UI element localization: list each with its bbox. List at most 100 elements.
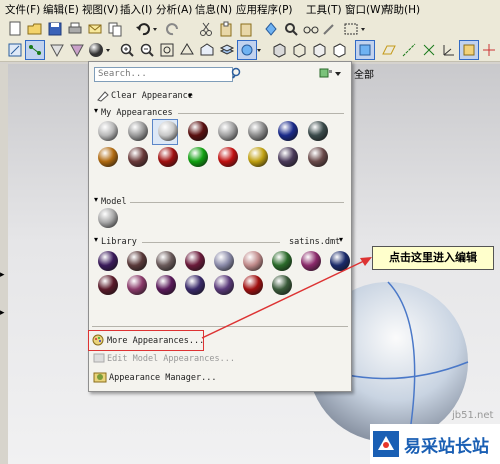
appearance-swatch[interactable] — [158, 121, 178, 141]
library-swatch[interactable] — [127, 275, 147, 295]
library-swatch[interactable] — [127, 251, 147, 271]
appearance-swatch[interactable] — [308, 121, 328, 141]
appearance-swatch[interactable] — [248, 147, 268, 167]
copy-icon[interactable] — [106, 20, 124, 38]
find-icon[interactable] — [282, 20, 300, 38]
save-icon[interactable] — [46, 20, 64, 38]
open-folder-icon[interactable] — [26, 20, 44, 38]
expand-model-icon[interactable]: ▾ — [94, 195, 98, 204]
appearance-swatch[interactable] — [188, 147, 208, 167]
model-header: ▾ Model — [94, 195, 346, 207]
expand-my-appearances-icon[interactable]: ▾ — [94, 106, 98, 115]
appearance-swatch[interactable] — [188, 121, 208, 141]
appearance-swatch[interactable] — [278, 147, 298, 167]
shading-icon[interactable] — [68, 41, 86, 59]
shaded-view-icon[interactable] — [270, 41, 288, 59]
spin-center-icon[interactable] — [480, 41, 498, 59]
zoom-out-icon[interactable] — [138, 41, 156, 59]
appearance-swatch[interactable] — [98, 121, 118, 141]
search-icon[interactable] — [230, 67, 244, 84]
menu-view[interactable]: 视图(V) — [82, 2, 118, 17]
select-box-icon[interactable] — [342, 20, 360, 38]
saved-views-icon[interactable] — [198, 41, 216, 59]
zoom-in-icon[interactable] — [118, 41, 136, 59]
menu-analysis[interactable]: 分析(A) — [156, 2, 192, 17]
gallery-options-icon[interactable] — [319, 68, 343, 83]
layers-icon[interactable] — [218, 41, 236, 59]
select-dropdown-icon[interactable] — [360, 20, 378, 38]
view-manager-icon[interactable] — [237, 40, 257, 60]
watermark: jb51.net — [452, 410, 494, 421]
view-toolbar — [0, 39, 500, 62]
appearance-gallery-button[interactable] — [88, 41, 110, 59]
menu-tools[interactable]: 工具(T) — [306, 2, 342, 17]
standard-toolbar — [0, 18, 500, 41]
tools-icon[interactable] — [320, 20, 338, 38]
clear-appearance-menu[interactable]: Clear Appearance — [111, 91, 193, 101]
library-swatch[interactable] — [98, 251, 118, 271]
refit-icon[interactable] — [158, 41, 176, 59]
library-swatch[interactable] — [156, 251, 176, 271]
expand-library-icon[interactable]: ▾ — [94, 235, 98, 244]
collapse-arrow-icon-2[interactable]: ▸ — [0, 308, 5, 318]
undo-icon[interactable] — [134, 20, 152, 38]
my-appearances-header: ▾ My Appearances — [94, 106, 346, 118]
print-icon[interactable] — [66, 20, 84, 38]
coordinate-system-icon[interactable] — [440, 41, 458, 59]
redo-icon[interactable] — [164, 20, 182, 38]
appearance-manager-icon[interactable] — [92, 370, 108, 387]
datum-axis-icon[interactable] — [400, 41, 418, 59]
edit-model-appearances-link[interactable]: Edit Model Appearances... — [107, 354, 235, 364]
library-file-select[interactable]: satins.dmt — [289, 237, 340, 247]
reorient-icon[interactable] — [178, 41, 196, 59]
model-appearance-swatch[interactable] — [98, 208, 118, 228]
library-swatch[interactable] — [98, 275, 118, 295]
menu-applications[interactable]: 应用程序(P) — [236, 2, 293, 17]
menu-edit[interactable]: 编辑(E) — [43, 2, 79, 17]
no-hidden-icon[interactable] — [330, 41, 348, 59]
appearance-swatch[interactable] — [158, 147, 178, 167]
menu-info[interactable]: 信息(N) — [195, 2, 232, 17]
appearance-swatch[interactable] — [128, 147, 148, 167]
clear-appearance-icon[interactable] — [96, 90, 110, 105]
filter-tab-all[interactable]: 全部 — [354, 66, 374, 81]
paste-icon[interactable] — [217, 20, 235, 38]
appearance-swatch[interactable] — [218, 121, 238, 141]
paste-special-icon[interactable] — [237, 20, 255, 38]
menu-window[interactable]: 窗口(W) — [345, 2, 385, 17]
menu-bar: 文件(F) 编辑(E) 视图(V) 插入(I) 分析(A) 信息(N) 应用程序… — [0, 0, 500, 19]
logo-mark-icon — [373, 431, 399, 457]
shaded-cube-icon[interactable] — [355, 40, 375, 60]
appearance-manager-link[interactable]: Appearance Manager... — [109, 373, 216, 383]
menu-help[interactable]: 帮助(H) — [383, 2, 420, 17]
collapse-arrow-icon[interactable]: ▸ — [0, 270, 5, 280]
hidden-line-icon[interactable] — [310, 41, 328, 59]
annotation-arrow — [201, 257, 372, 339]
annotation-highlight-box — [88, 330, 204, 351]
appearance-swatch[interactable] — [278, 121, 298, 141]
appearance-swatch[interactable] — [218, 147, 238, 167]
regenerate-icon[interactable] — [262, 20, 280, 38]
point-display-icon[interactable] — [420, 41, 438, 59]
library-dropdown-icon[interactable]: ▾ — [339, 235, 343, 244]
annotation-display-icon[interactable] — [459, 40, 479, 60]
glasses-icon[interactable] — [302, 20, 320, 38]
datum-point-icon[interactable] — [25, 40, 45, 60]
menu-insert[interactable]: 插入(I) — [120, 2, 152, 17]
library-swatch[interactable] — [156, 275, 176, 295]
search-input[interactable]: Search... — [94, 67, 233, 82]
datum-plane-icon[interactable] — [380, 41, 398, 59]
appearance-swatch[interactable] — [308, 147, 328, 167]
new-file-icon[interactable] — [6, 20, 24, 38]
appearance-swatch[interactable] — [248, 121, 268, 141]
menu-file[interactable]: 文件(F) — [5, 2, 40, 17]
sketch-icon[interactable] — [6, 41, 24, 59]
display-style-icon[interactable] — [48, 41, 66, 59]
wireframe-icon[interactable] — [290, 41, 308, 59]
annotation-callout: 点击这里进入编辑 — [372, 246, 494, 270]
appearance-swatch[interactable] — [128, 121, 148, 141]
appearance-swatch[interactable] — [98, 147, 118, 167]
clear-appearance-dropdown-icon[interactable]: ▾ — [188, 91, 192, 100]
email-icon[interactable] — [86, 20, 104, 38]
cut-icon[interactable] — [197, 20, 215, 38]
